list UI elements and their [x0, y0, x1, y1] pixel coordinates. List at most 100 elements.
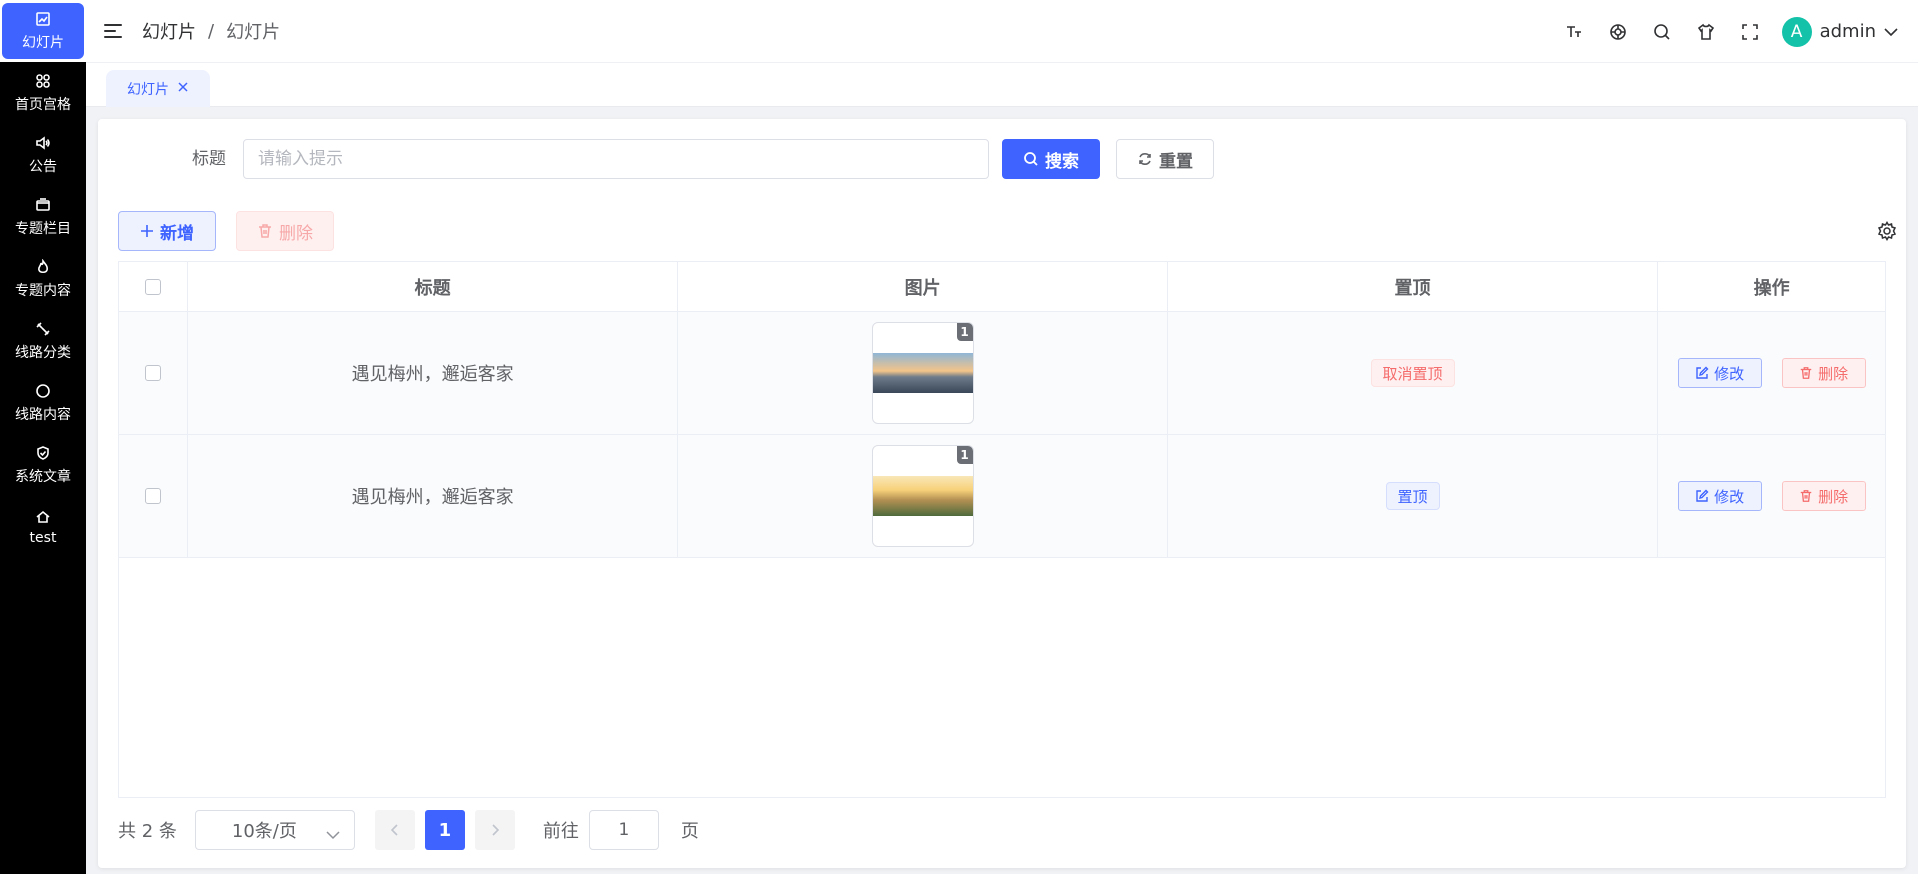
speaker-icon — [34, 134, 52, 152]
image-thumbnail[interactable]: 1 — [871, 322, 974, 424]
title-label: 标题 — [192, 149, 226, 169]
actions-cell: 修改 删除 — [1658, 312, 1885, 434]
table-row: 遇见梅州，邂逅客家 1 置顶 修改 删除 — [119, 435, 1885, 558]
reset-button-label: 重置 — [1159, 151, 1193, 172]
trash-icon — [1800, 367, 1812, 379]
header-checkbox-cell — [119, 262, 188, 311]
goto-page-input[interactable] — [588, 810, 659, 850]
trash-icon — [259, 224, 271, 238]
bulk-delete-button[interactable]: 删除 — [236, 211, 334, 251]
actions-cell: 修改 删除 — [1658, 435, 1885, 557]
reset-button[interactable]: 重置 — [1116, 139, 1214, 179]
edit-icon — [1696, 366, 1709, 379]
sidebar-item-label: 专题内容 — [15, 283, 71, 299]
github-icon[interactable] — [1596, 0, 1640, 63]
flame-icon — [34, 258, 52, 276]
sidebar: 幻灯片 首页宫格 公告 专题栏目 专题内容 线路分类 线路内容 系统文章 tes… — [0, 0, 86, 874]
table-row: 遇见梅州，邂逅客家 1 取消置顶 修改 删除 — [119, 312, 1885, 435]
tab-label: 幻灯片 — [127, 81, 169, 98]
pin-cell: 取消置顶 — [1168, 312, 1659, 434]
pagination: 共 2 条 10条/页 1 前往 页 — [118, 810, 1118, 850]
pin-tag[interactable]: 置顶 — [1385, 482, 1440, 510]
delete-label: 删除 — [1818, 364, 1849, 383]
row-title: 遇见梅州，邂逅客家 — [188, 435, 679, 557]
page-number-button[interactable]: 1 — [424, 810, 465, 850]
row-checkbox-cell — [119, 312, 188, 434]
tab-slides[interactable]: 幻灯片 — [106, 70, 210, 107]
shield-check-icon — [34, 444, 52, 462]
unpin-tag[interactable]: 取消置顶 — [1370, 359, 1455, 387]
row-checkbox-cell — [119, 435, 188, 557]
title-input[interactable] — [243, 139, 989, 179]
sidebar-item-label: 幻灯片 — [22, 35, 64, 51]
prev-page-button[interactable] — [374, 810, 415, 850]
sidebar-item-notice[interactable]: 公告 — [0, 124, 86, 186]
menu-toggle-icon[interactable] — [104, 24, 122, 38]
goto-label: 前往 — [542, 821, 579, 842]
sidebar-item-label: test — [29, 530, 57, 546]
pin-cell: 置顶 — [1168, 435, 1659, 557]
image-cell: 1 — [678, 435, 1168, 557]
image-thumbnail[interactable]: 1 — [871, 445, 974, 547]
edit-button[interactable]: 修改 — [1677, 358, 1762, 388]
user-menu[interactable]: A admin — [1772, 16, 1898, 47]
sidebar-item-home-grid[interactable]: 首页宫格 — [0, 62, 86, 124]
sidebar-item-route-category[interactable]: 线路分类 — [0, 310, 86, 372]
page-unit-label: 页 — [680, 821, 699, 842]
column-header: 标题 — [188, 262, 679, 311]
user-name: admin — [1819, 21, 1876, 42]
refresh-icon — [1139, 153, 1151, 165]
data-table: 标题 图片 置顶 操作 遇见梅州，邂逅客家 1 取消置顶 修改 删除 遇见梅州，… — [118, 261, 1886, 798]
next-page-button[interactable] — [474, 810, 515, 850]
row-checkbox[interactable] — [144, 488, 161, 504]
sidebar-item-system-article[interactable]: 系统文章 — [0, 434, 86, 496]
sidebar-item-label: 专题栏目 — [15, 221, 71, 237]
font-size-icon[interactable] — [1552, 0, 1596, 63]
sidebar-item-label: 公告 — [29, 159, 57, 175]
delete-button[interactable]: 删除 — [1781, 481, 1866, 511]
column-header: 置顶 — [1168, 262, 1659, 311]
sidebar-item-topic-column[interactable]: 专题栏目 — [0, 186, 86, 248]
fullscreen-icon[interactable] — [1728, 0, 1772, 63]
trash-icon — [1800, 490, 1812, 502]
row-title: 遇见梅州，邂逅客家 — [188, 312, 679, 434]
plus-icon — [141, 225, 153, 237]
select-all-checkbox[interactable] — [144, 278, 161, 295]
column-header: 操作 — [1753, 277, 1790, 299]
sidebar-item-test[interactable]: test — [0, 496, 86, 558]
image-count-badge: 1 — [956, 446, 973, 464]
edit-label: 修改 — [1714, 487, 1745, 506]
top-header: 幻灯片 / 幻灯片 A admin — [86, 0, 1918, 63]
tshirt-icon[interactable] — [1684, 0, 1728, 63]
add-button[interactable]: 新增 — [118, 211, 216, 251]
sidebar-item-label: 首页宫格 — [15, 97, 71, 113]
page-size-value: 10条/页 — [231, 821, 297, 842]
circle-icon — [34, 382, 52, 400]
home-icon — [34, 508, 52, 526]
breadcrumb-item[interactable]: 幻灯片 — [142, 18, 196, 44]
image-cell: 1 — [678, 312, 1168, 434]
image-count-badge: 1 — [956, 323, 973, 341]
content-card: 标题 搜索 重置 新增 删除 标题 图片 置顶 操作 遇见梅州，邂逅客家 — [98, 119, 1906, 868]
close-icon[interactable] — [177, 81, 189, 97]
edit-button[interactable]: 修改 — [1677, 481, 1762, 511]
tab-bar: 幻灯片 — [86, 63, 1918, 107]
search-button[interactable]: 搜索 — [1002, 139, 1100, 179]
chevron-left-icon — [390, 824, 398, 836]
image-icon — [34, 10, 52, 28]
delete-button[interactable]: 删除 — [1781, 358, 1866, 388]
column-header: 图片 — [678, 262, 1168, 311]
sidebar-item-topic-content[interactable]: 专题内容 — [0, 248, 86, 310]
row-checkbox[interactable] — [144, 365, 161, 381]
total-count: 共 2 条 — [118, 821, 177, 842]
edit-label: 修改 — [1714, 364, 1745, 383]
gear-icon[interactable] — [1872, 211, 1902, 251]
sidebar-item-route-content[interactable]: 线路内容 — [0, 372, 86, 434]
chevron-down-icon — [1884, 22, 1898, 41]
search-icon[interactable] — [1640, 0, 1684, 63]
page-size-select[interactable]: 10条/页 — [194, 810, 355, 850]
avatar: A — [1781, 16, 1812, 47]
chevron-right-icon — [492, 824, 500, 836]
delete-label: 删除 — [1818, 487, 1849, 506]
sidebar-item-slides[interactable]: 幻灯片 — [0, 0, 86, 62]
